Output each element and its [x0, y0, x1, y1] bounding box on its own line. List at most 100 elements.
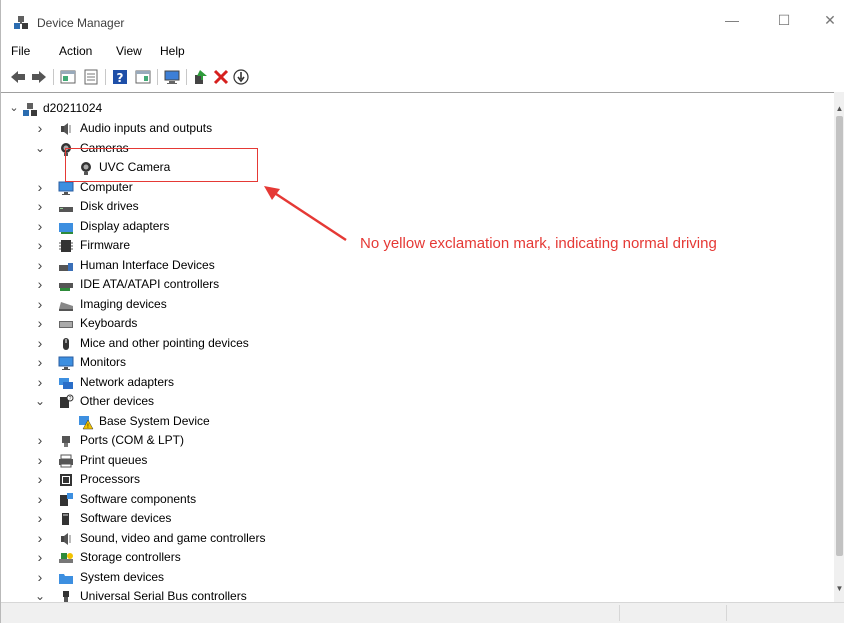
properties-icon[interactable]: [82, 68, 100, 86]
tree-item-label: Audio inputs and outputs: [80, 121, 213, 135]
device-manager-window: Device Manager — ☐ ✕ File Action View He…: [0, 0, 844, 623]
software-device-icon: [62, 513, 69, 525]
tree-category-item[interactable]: › Human Interface Devices: [1, 256, 401, 275]
chevron-right-icon[interactable]: ›: [35, 373, 45, 392]
warning-device-icon: !: [79, 415, 94, 430]
tree-item-label: Print queues: [80, 452, 148, 467]
scan-hardware-icon[interactable]: [163, 68, 181, 86]
menu-view[interactable]: View: [116, 44, 142, 58]
show-hide-console-tree-icon[interactable]: [59, 68, 77, 86]
tree-item-label: Firmware: [80, 238, 130, 252]
tree-root[interactable]: ⌄ d20211024: [1, 99, 301, 118]
scanner-icon: [59, 301, 73, 311]
tree-category-item[interactable]: › Processors: [1, 470, 401, 489]
chevron-right-icon[interactable]: ›: [35, 529, 45, 548]
storage-icon: [59, 553, 73, 563]
tree-category-item[interactable]: › Monitors: [1, 353, 401, 372]
menu-file[interactable]: File: [11, 44, 30, 58]
chevron-right-icon[interactable]: ›: [35, 470, 45, 489]
unknown-device-icon: ?: [60, 394, 74, 408]
usb-icon: [63, 591, 69, 602]
highlight-box: [65, 148, 258, 182]
annotation-note: No yellow exclamation mark, indicating n…: [360, 235, 717, 252]
chevron-right-icon[interactable]: ›: [35, 451, 45, 470]
title-bar: Device Manager — ☐ ✕: [1, 0, 844, 38]
tree-category-item[interactable]: › Audio inputs and outputs: [1, 119, 401, 138]
uninstall-icon[interactable]: [212, 68, 230, 86]
speaker-icon: [61, 532, 71, 545]
chevron-right-icon[interactable]: ›: [35, 275, 45, 294]
action-pane-icon[interactable]: [134, 68, 152, 86]
printer-icon: [59, 454, 73, 467]
scroll-up-icon[interactable]: ▲: [834, 104, 844, 116]
software-component-icon: [60, 492, 73, 506]
tree-item-label: Monitors: [80, 355, 127, 369]
scroll-down-icon[interactable]: ▼: [834, 584, 844, 596]
toolbar-separator: [157, 69, 158, 85]
tree-category-item[interactable]: › Mice and other pointing devices: [1, 334, 401, 353]
help-icon[interactable]: ?: [111, 68, 129, 86]
tree-item-label: Processors: [80, 472, 141, 486]
tree-category-item[interactable]: › System devices: [1, 568, 401, 587]
download-icon[interactable]: [232, 68, 250, 86]
tree-category-item[interactable]: ⌄? Other devices: [1, 392, 401, 411]
tree-item-label: Human Interface Devices: [80, 257, 215, 272]
mouse-icon: [63, 337, 69, 350]
tree-category-item[interactable]: › Sound, video and game controllers: [1, 529, 401, 548]
vertical-scrollbar[interactable]: ▲ ▼: [834, 92, 844, 602]
window-title: Device Manager: [37, 16, 125, 30]
chevron-right-icon[interactable]: ›: [35, 295, 45, 314]
chevron-right-icon[interactable]: ›: [35, 548, 45, 567]
ide-icon: [59, 283, 73, 291]
menu-help[interactable]: Help: [160, 44, 185, 58]
chevron-right-icon[interactable]: ›: [35, 431, 45, 450]
tree-category-item[interactable]: › Network adapters: [1, 373, 401, 392]
chevron-right-icon[interactable]: ›: [35, 217, 45, 236]
chevron-right-icon[interactable]: ›: [35, 568, 45, 587]
tree-category-item[interactable]: › Ports (COM & LPT): [1, 431, 401, 450]
display-adapter-icon: [59, 222, 73, 234]
scroll-thumb[interactable]: [836, 116, 843, 556]
minimize-button[interactable]: —: [720, 10, 744, 30]
chevron-right-icon[interactable]: ›: [35, 178, 45, 197]
tree-category-item[interactable]: › Storage controllers: [1, 548, 401, 567]
status-separator: [619, 605, 620, 621]
status-separator: [726, 605, 727, 621]
chevron-down-icon[interactable]: ⌄: [9, 99, 19, 118]
tree-category-item[interactable]: ⌄ Universal Serial Bus controllers: [1, 587, 401, 602]
maximize-button[interactable]: ☐: [772, 10, 796, 30]
chevron-right-icon[interactable]: ›: [35, 236, 45, 255]
tree-child-item[interactable]: ! Base System Device: [1, 412, 401, 431]
tree-root-label: d20211024: [43, 101, 103, 115]
chevron-right-icon[interactable]: ›: [35, 490, 45, 509]
tree-category-item[interactable]: › Imaging devices: [1, 295, 401, 314]
menu-action[interactable]: Action: [59, 44, 92, 58]
chevron-right-icon[interactable]: ›: [35, 119, 45, 138]
chevron-right-icon[interactable]: ›: [35, 353, 45, 372]
chevron-down-icon[interactable]: ⌄: [35, 392, 45, 411]
svg-text:?: ?: [117, 71, 124, 85]
tree-category-item[interactable]: › Software components: [1, 490, 401, 509]
tree-category-item[interactable]: › Keyboards: [1, 314, 401, 333]
chevron-right-icon[interactable]: ›: [35, 509, 45, 528]
tree-category-item[interactable]: › Software devices: [1, 509, 401, 528]
chevron-right-icon[interactable]: ›: [35, 256, 45, 275]
toolbar: ?: [1, 63, 844, 91]
menu-bar: File Action View Help: [1, 40, 844, 62]
chevron-right-icon[interactable]: ›: [35, 314, 45, 333]
chevron-down-icon[interactable]: ⌄: [35, 587, 45, 602]
device-manager-icon: [14, 16, 28, 29]
chevron-right-icon[interactable]: ›: [35, 197, 45, 216]
update-driver-icon[interactable]: [192, 68, 210, 86]
tree-item-label: Ports (COM & LPT): [80, 433, 185, 447]
firmware-icon: [59, 240, 73, 252]
back-icon[interactable]: [9, 68, 27, 86]
tree-item-label: Universal Serial Bus controllers: [80, 589, 247, 602]
chevron-down-icon[interactable]: ⌄: [35, 139, 45, 158]
toolbar-separator: [105, 69, 106, 85]
tree-category-item[interactable]: › IDE ATA/ATAPI controllers: [1, 275, 401, 294]
tree-category-item[interactable]: › Print queues: [1, 451, 401, 470]
close-button[interactable]: ✕: [818, 10, 842, 30]
forward-icon[interactable]: [30, 68, 48, 86]
chevron-right-icon[interactable]: ›: [35, 334, 45, 353]
